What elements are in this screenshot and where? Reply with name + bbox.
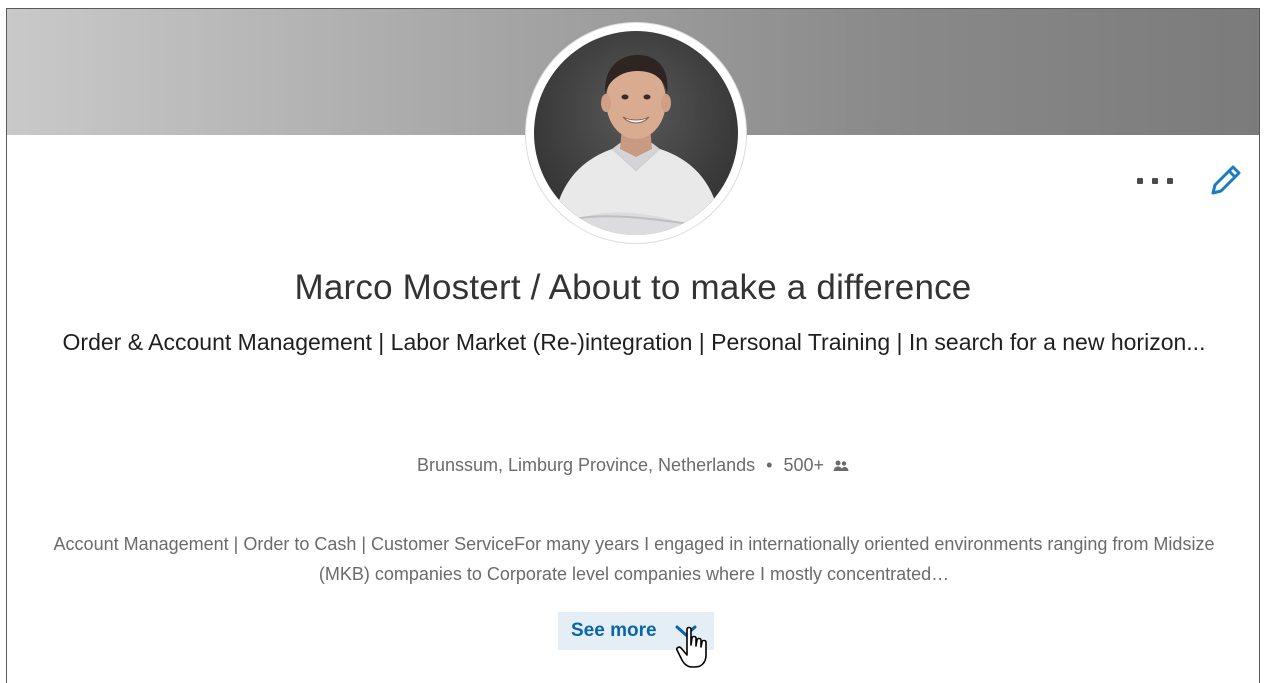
see-more-label: See more: [571, 620, 657, 641]
profile-location: Brunssum, Limburg Province, Netherlands: [416, 455, 756, 475]
profile-photo-image: [552, 55, 722, 235]
connections-count[interactable]: 500+: [783, 455, 824, 475]
profile-card: Marco Mostert / About to make a differen…: [6, 8, 1260, 683]
profile-headline: Order & Account Management | Labor Marke…: [62, 329, 1206, 355]
chevron-down-icon: [675, 625, 697, 637]
profile-photo[interactable]: [534, 31, 738, 235]
pencil-icon: [1211, 165, 1241, 195]
profile-name: Marco Mostert / About to make a differen…: [294, 268, 972, 307]
profile-summary: Account Management | Order to Cash | Cus…: [53, 534, 1215, 584]
location-connections-line: Brunssum, Limburg Province, Netherlands …: [7, 455, 1259, 476]
ellipsis-icon-dot: [1137, 178, 1143, 184]
ellipsis-icon-dot: [1152, 178, 1158, 184]
edit-profile-button[interactable]: [1205, 159, 1245, 199]
separator-dot: •: [766, 455, 773, 475]
see-more-button[interactable]: See more: [558, 612, 714, 650]
profile-photo-frame[interactable]: [526, 23, 746, 243]
more-actions-button[interactable]: [1133, 167, 1177, 195]
ellipsis-icon-dot: [1167, 178, 1173, 184]
connections-icon: [833, 460, 849, 471]
